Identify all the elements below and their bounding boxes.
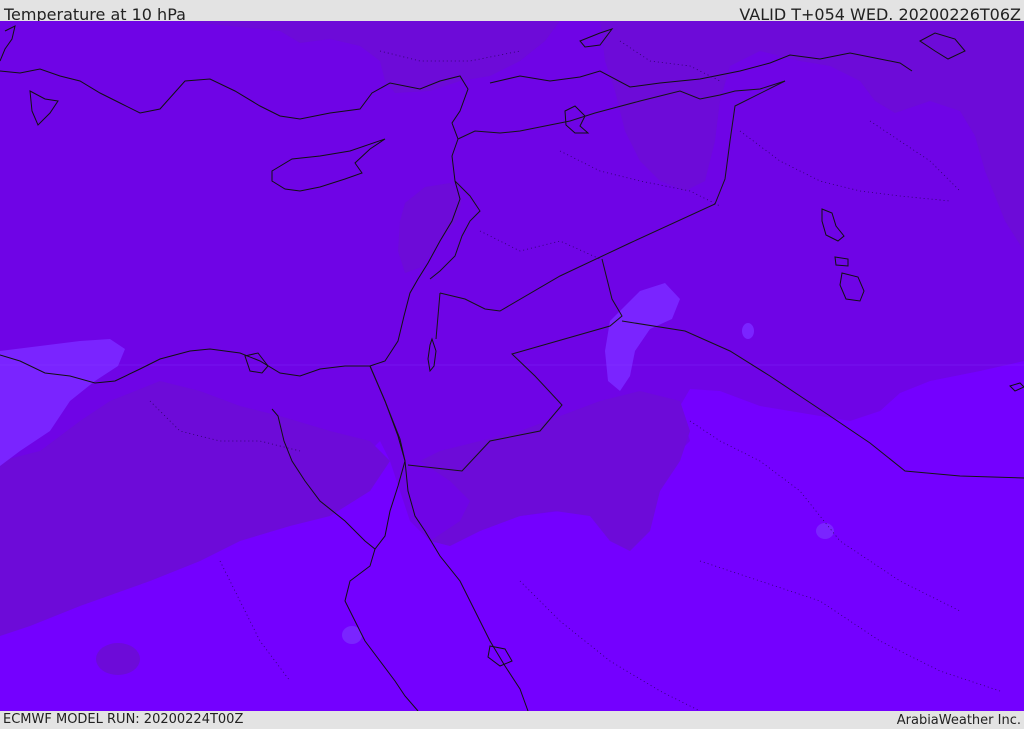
chart-frame: Temperature at 10 hPa VALID T+054 WED. 2… bbox=[0, 0, 1024, 729]
footer-bar: ECMWF MODEL RUN: 20200224T00Z ArabiaWeat… bbox=[0, 711, 1024, 729]
model-run-label: ECMWF MODEL RUN: 20200224T00Z bbox=[3, 712, 244, 727]
credit-label: ArabiaWeather Inc. bbox=[896, 713, 1021, 728]
header-bar: Temperature at 10 hPa VALID T+054 WED. 2… bbox=[0, 0, 1024, 24]
weather-map bbox=[0, 21, 1024, 711]
temperature-field-cold-spot-c bbox=[742, 323, 754, 339]
map-canvas bbox=[0, 21, 1024, 711]
temperature-field-cold-spot-a bbox=[816, 523, 834, 539]
temperature-field-warm-spot bbox=[96, 643, 140, 675]
